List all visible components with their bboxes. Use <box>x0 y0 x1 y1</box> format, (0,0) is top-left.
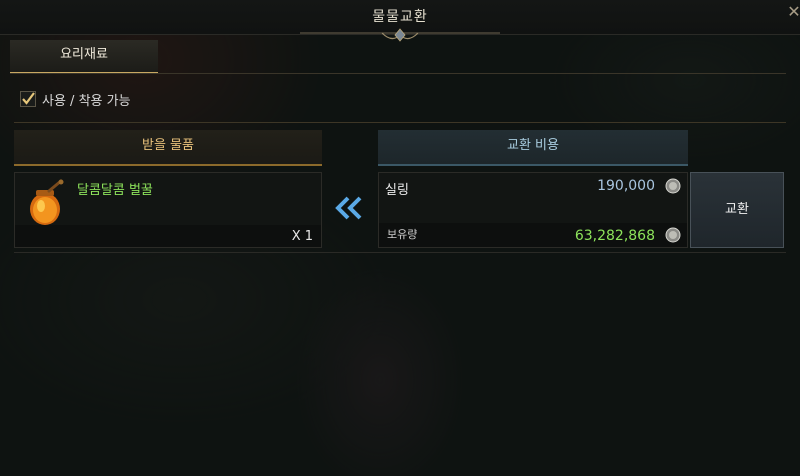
row-divider <box>14 252 786 253</box>
title-bar: 물물교환 ✕ <box>0 0 800 42</box>
title-ornament-icon <box>300 28 500 42</box>
owned-amount: 63,282,868 <box>574 228 655 244</box>
exchange-cost-panel: 실링 190,000 보유량 63,282,868 <box>378 172 688 248</box>
usable-checkbox[interactable] <box>20 91 36 107</box>
section-divider <box>14 122 786 123</box>
tab-cooking-ingredients[interactable]: 요리재료 <box>10 40 158 74</box>
window-title: 물물교환 <box>372 9 428 25</box>
receive-item-slot[interactable]: 달콤달콤 벌꿀 X 1 <box>14 172 322 248</box>
receive-item-name: 달콤달콤 벌꿀 <box>77 183 153 198</box>
double-chevron-left-icon <box>335 196 362 220</box>
silver-coin-icon <box>665 227 681 243</box>
receive-items-header: 받을 물품 <box>14 130 322 166</box>
usable-checkbox-label: 사용 / 착용 가능 <box>42 94 131 109</box>
currency-label: 실링 <box>385 183 409 198</box>
silver-coin-icon <box>665 178 681 194</box>
honey-jar-icon <box>30 179 64 225</box>
owned-label: 보유량 <box>387 228 418 241</box>
exchange-cost-header: 교환 비용 <box>378 130 688 166</box>
cost-price: 190,000 <box>597 178 655 194</box>
tab-divider <box>10 73 786 74</box>
receive-item-quantity-bar <box>15 225 321 247</box>
close-icon[interactable]: ✕ <box>784 2 800 22</box>
exchange-button[interactable]: 교환 <box>690 172 784 248</box>
receive-item-quantity: X 1 <box>291 229 313 244</box>
